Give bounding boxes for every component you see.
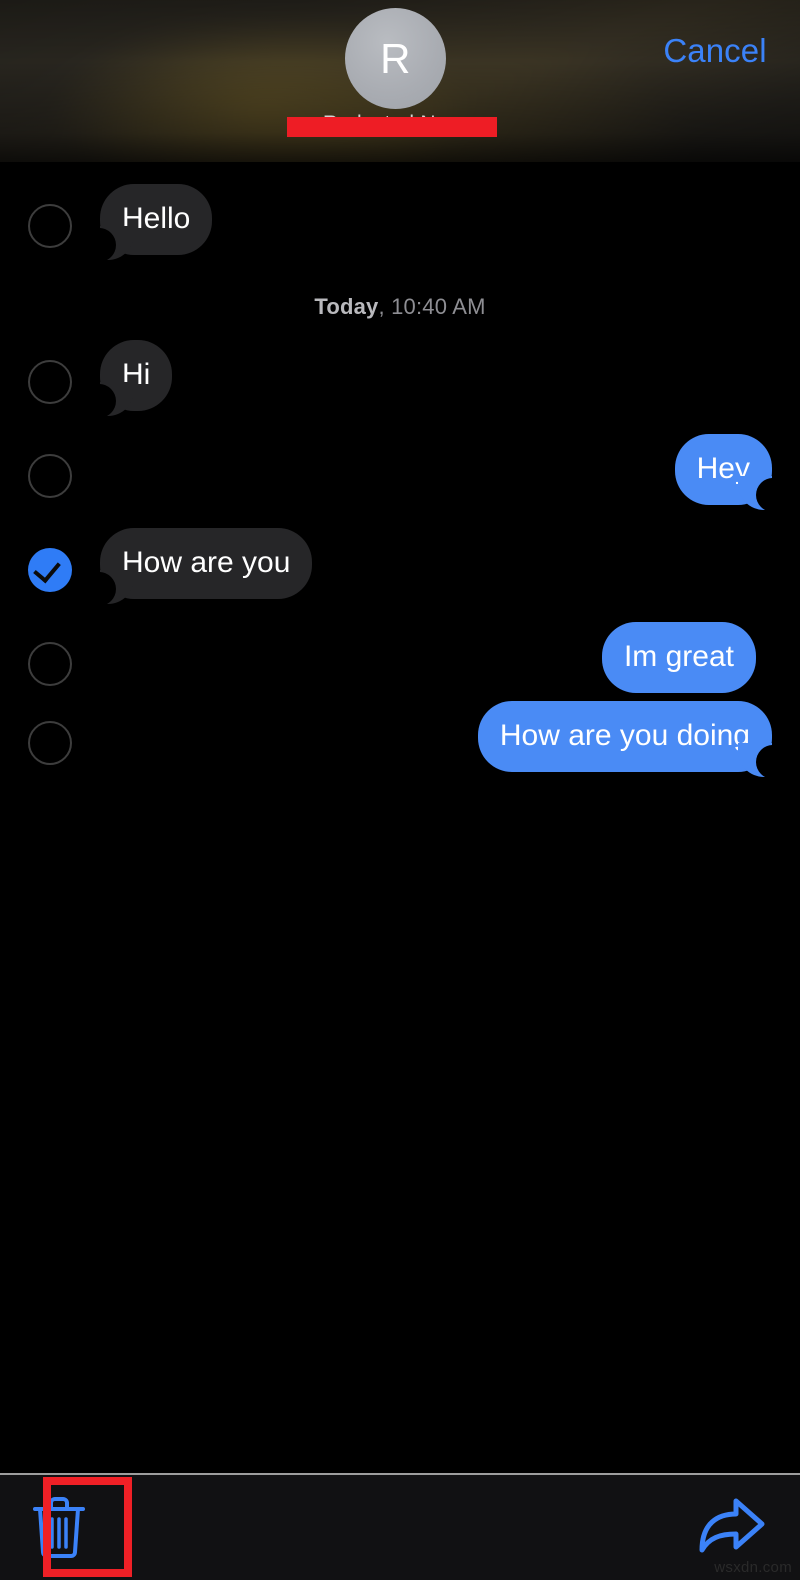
trash-icon	[33, 1497, 85, 1558]
avatar[interactable]: R	[345, 8, 446, 109]
timestamp-day: Today	[314, 294, 379, 319]
bubble-tail-icon	[100, 570, 134, 604]
message-row[interactable]: How are you doing	[0, 701, 800, 785]
message-bubble[interactable]: Im great	[601, 622, 756, 693]
message-row[interactable]: Hello	[0, 184, 800, 268]
message-select-circle[interactable]	[28, 642, 72, 686]
timestamp-divider: Today, 10:40 AM	[0, 294, 800, 320]
timestamp-time: , 10:40 AM	[378, 294, 486, 319]
message-select-circle[interactable]	[28, 204, 72, 248]
checkmark-icon	[33, 554, 61, 584]
message-bubble[interactable]: How are you doing	[477, 701, 772, 772]
message-select-circle-checked[interactable]	[28, 548, 72, 592]
message-row[interactable]: Hey	[0, 434, 800, 518]
name-redaction-bar	[287, 117, 497, 137]
forward-button[interactable]	[696, 1493, 768, 1559]
bubble-tail-icon	[100, 226, 134, 260]
conversation-header: R Redacted Name Cancel	[0, 0, 800, 162]
message-row[interactable]: Hi	[0, 340, 800, 424]
bubble-tail-icon	[738, 476, 772, 510]
message-row[interactable]: How are you	[0, 528, 800, 612]
bubble-tail-icon	[100, 382, 134, 416]
cancel-button[interactable]: Cancel	[630, 32, 800, 70]
message-select-circle[interactable]	[28, 721, 72, 765]
message-thread[interactable]: Today, 10:40 AM Hello Hi Hey How are you	[0, 162, 800, 1473]
delete-button[interactable]	[30, 1477, 132, 1577]
watermark: wsxdn.com	[714, 1559, 792, 1576]
forward-arrow-icon	[699, 1498, 765, 1553]
avatar-initial: R	[380, 34, 411, 82]
message-select-circle[interactable]	[28, 360, 72, 404]
message-row[interactable]: Im great	[0, 622, 800, 706]
messages-selection-screen: R Redacted Name Cancel Today, 10:40 AM H…	[0, 0, 800, 1580]
action-toolbar: wsxdn.com	[0, 1475, 800, 1580]
bubble-tail-icon	[738, 743, 772, 777]
message-select-circle[interactable]	[28, 454, 72, 498]
